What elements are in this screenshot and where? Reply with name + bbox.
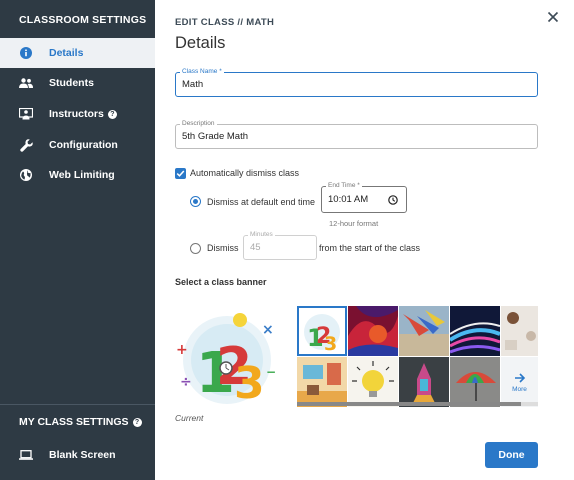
my-class-settings-label: MY CLASS SETTINGS <box>19 416 129 428</box>
banner-tile-coffee-desk[interactable] <box>501 306 538 356</box>
svg-text:−: − <box>266 365 276 379</box>
sidebar-item-details[interactable]: Details <box>0 38 155 68</box>
sidebar-header: CLASSROOM SETTINGS <box>19 14 147 26</box>
dismiss-minutes-suffix: from the start of the class <box>319 243 421 253</box>
people-icon <box>19 76 33 90</box>
sidebar-item-label: Web Limiting <box>49 169 115 181</box>
minutes-field[interactable]: Minutes 45 <box>243 231 317 260</box>
breadcrumb: EDIT CLASS // MATH <box>175 17 275 28</box>
sidebar-item-label: Instructors <box>49 108 104 120</box>
banner-tile-classroom[interactable] <box>297 357 347 407</box>
end-time-field[interactable]: End Time * 10:01 AM <box>321 182 407 213</box>
dismiss-default-label: Dismiss at default end time <box>207 197 316 207</box>
svg-text:3: 3 <box>324 333 337 355</box>
more-label: More <box>512 385 527 393</box>
auto-dismiss-label: Automatically dismiss class <box>190 168 300 178</box>
help-icon[interactable]: ? <box>107 109 117 119</box>
dismiss-default-radio[interactable] <box>190 196 201 207</box>
minutes-value[interactable]: 45 <box>250 236 261 259</box>
svg-text:3: 3 <box>234 358 265 409</box>
description-value[interactable]: 5th Grade Math <box>182 125 248 148</box>
sidebar-item-label: Blank Screen <box>49 449 116 461</box>
svg-text:+: + <box>176 342 188 358</box>
current-banner-image: 1 2 3 × + ÷ − <box>170 306 284 412</box>
globe-icon <box>19 168 33 182</box>
arrow-right-icon <box>514 372 525 383</box>
svg-text:÷: ÷ <box>180 374 192 390</box>
dismiss-minutes-label: Dismiss <box>207 243 239 253</box>
close-icon[interactable] <box>545 9 561 25</box>
banner-tile-math[interactable]: 123 <box>297 306 347 356</box>
sidebar-divider <box>0 404 155 405</box>
svg-text:×: × <box>262 322 274 338</box>
wrench-icon <box>19 138 33 152</box>
banner-tile-abstract-red[interactable] <box>348 306 398 356</box>
sidebar-item-configuration[interactable]: Configuration <box>0 130 155 160</box>
sidebar-item-web-limiting[interactable]: Web Limiting <box>0 160 155 190</box>
current-banner-label: Current <box>175 413 204 423</box>
banner-scrollbar-thumb[interactable] <box>297 402 521 406</box>
done-button[interactable]: Done <box>485 442 538 468</box>
clock-icon[interactable] <box>388 195 398 205</box>
info-icon <box>19 46 33 60</box>
help-icon[interactable]: ? <box>132 417 142 427</box>
sidebar: CLASSROOM SETTINGS Details Students Inst… <box>0 0 155 480</box>
end-time-hint: 12-hour format <box>329 219 379 228</box>
presenter-icon <box>19 107 33 121</box>
laptop-icon <box>19 448 33 462</box>
banner-tile-chalkboard-rocket[interactable] <box>399 357 449 407</box>
banner-tile-lightbulb[interactable] <box>348 357 398 407</box>
auto-dismiss-checkbox[interactable] <box>175 168 186 179</box>
sidebar-item-blank-screen[interactable]: Blank Screen <box>0 440 155 470</box>
class-name-value[interactable]: Math <box>182 73 203 96</box>
sidebar-item-instructors[interactable]: Instructors ? <box>0 99 155 129</box>
end-time-value[interactable]: 10:01 AM <box>328 187 368 212</box>
banner-tile-light-streaks[interactable] <box>450 306 500 356</box>
class-name-field[interactable]: Class Name * Math <box>175 68 538 97</box>
more-banners-button[interactable]: More <box>501 357 538 407</box>
sidebar-item-label: Students <box>49 77 94 89</box>
banner-tile-kite-beach[interactable] <box>399 306 449 356</box>
page-title: Details <box>175 34 226 52</box>
my-class-settings-header: MY CLASS SETTINGS ? <box>0 407 155 437</box>
checkmark-icon <box>176 170 185 177</box>
banner-tile-umbrella[interactable] <box>450 357 500 407</box>
dismiss-minutes-radio[interactable] <box>190 243 201 254</box>
sidebar-item-label: Configuration <box>49 139 118 151</box>
sidebar-item-label: Details <box>49 47 84 59</box>
banner-heading: Select a class banner <box>175 277 267 287</box>
sidebar-item-students[interactable]: Students <box>0 68 155 98</box>
description-field[interactable]: Description 5th Grade Math <box>175 120 538 149</box>
edit-class-dialog: CLASSROOM SETTINGS Details Students Inst… <box>0 0 574 480</box>
